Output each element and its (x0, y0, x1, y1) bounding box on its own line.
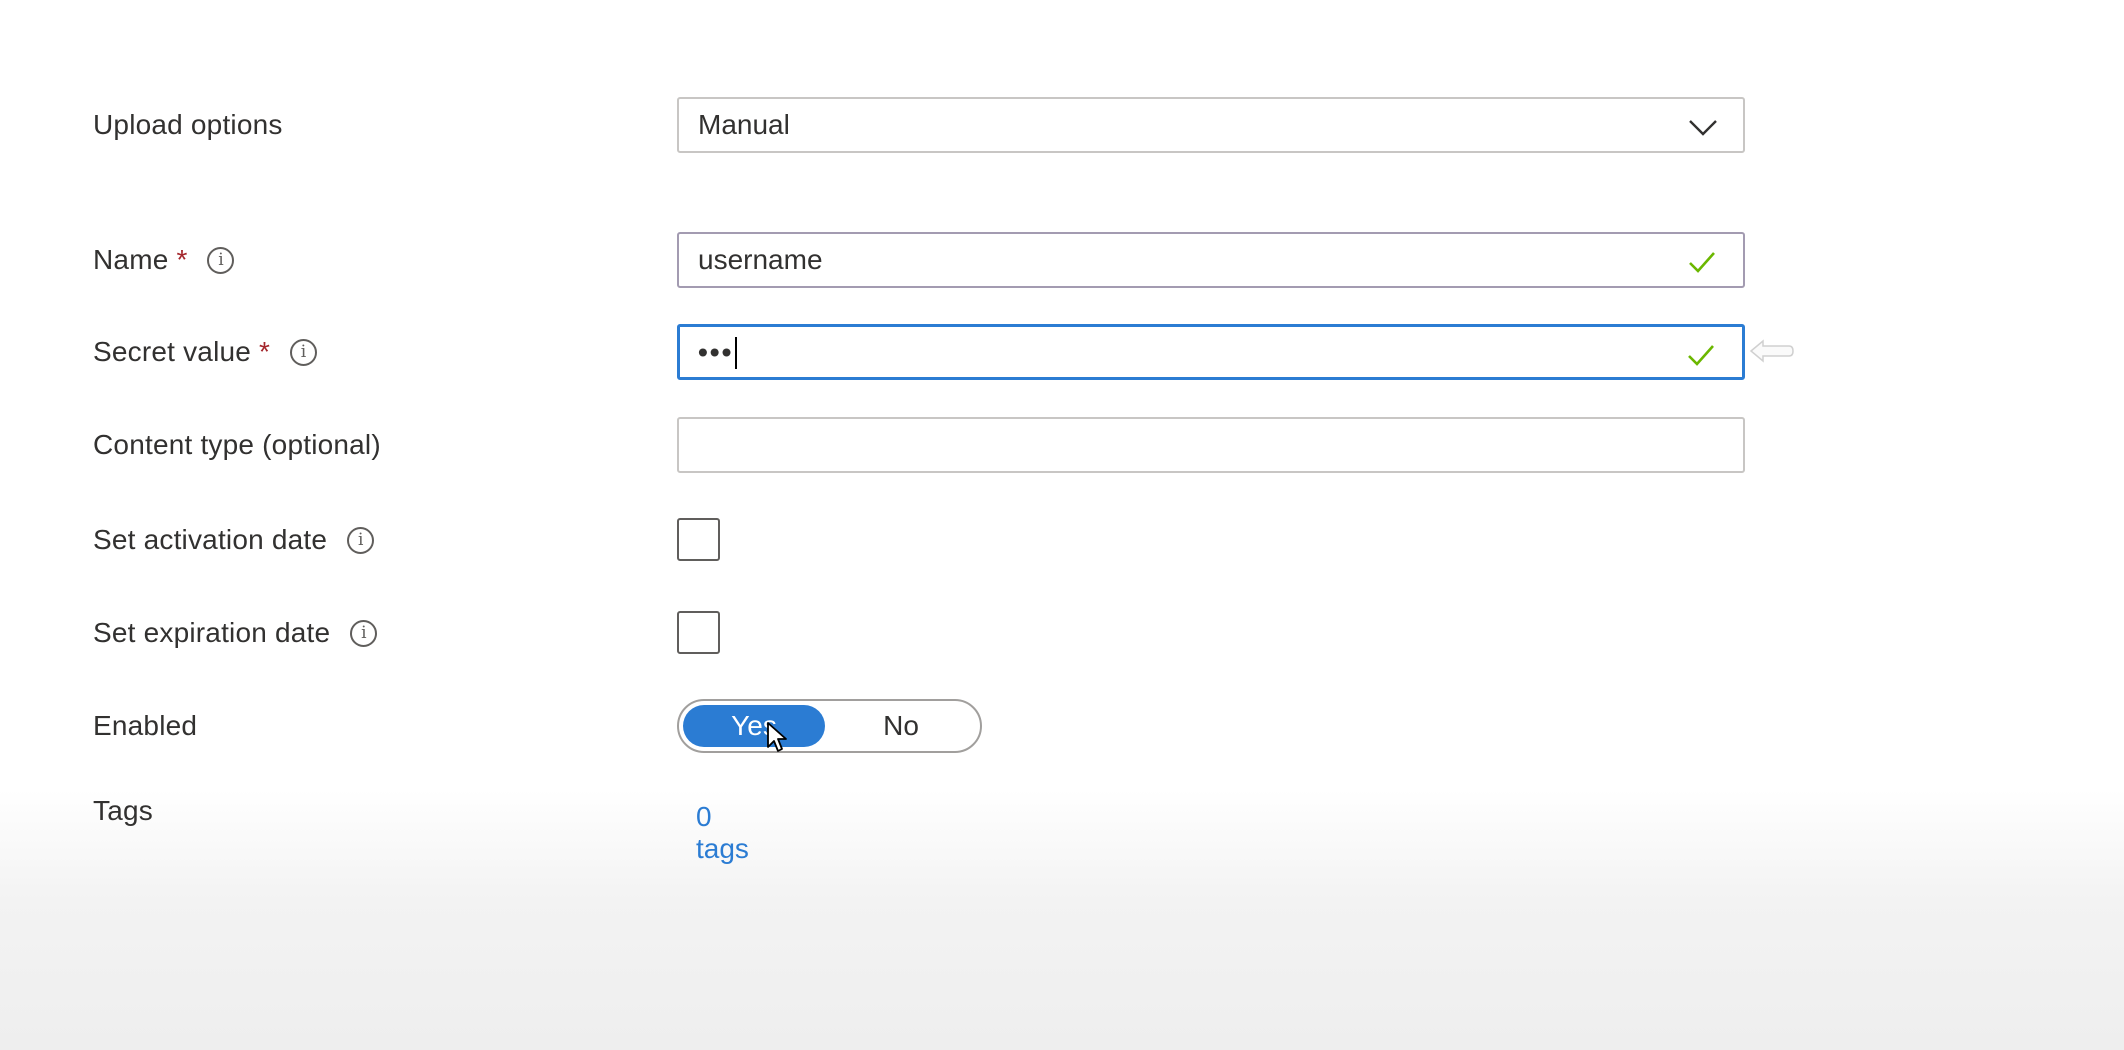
activation-date-label-wrap: Set activation date i (93, 510, 375, 570)
info-icon[interactable]: i (350, 619, 378, 647)
secret-value-text: ••• (698, 335, 1742, 369)
upload-options-dropdown[interactable]: Manual (677, 97, 1745, 153)
upload-options-label: Upload options (93, 109, 283, 140)
create-secret-form: Upload options Manual Name * i username (0, 0, 2124, 1050)
enabled-toggle[interactable]: Yes No (677, 699, 982, 753)
name-label: Name (93, 244, 169, 275)
expiration-date-label: Set expiration date (93, 617, 331, 648)
masked-secret: ••• (698, 336, 734, 368)
enabled-row: Enabled Yes No (0, 696, 2124, 756)
activation-date-row: Set activation date i (0, 510, 2124, 570)
content-type-label: Content type (optional) (93, 429, 381, 460)
checkmark-icon (1689, 252, 1715, 273)
required-asterisk: * (259, 336, 270, 367)
upload-options-value: Manual (698, 109, 790, 140)
required-asterisk: * (176, 244, 188, 275)
chevron-down-icon (1689, 120, 1717, 136)
name-input[interactable]: username (677, 232, 1745, 288)
activation-date-checkbox[interactable] (677, 518, 720, 561)
secret-value-row: Secret value * i ••• (0, 322, 2124, 382)
secret-value-label: Secret value (93, 336, 252, 367)
tags-link[interactable]: 0 tags (696, 801, 749, 865)
tags-label: Tags (93, 795, 153, 826)
secret-value-label-wrap: Secret value * i (93, 322, 317, 382)
name-input-value: username (698, 244, 823, 275)
content-type-row: Content type (optional) (0, 415, 2124, 475)
name-label-wrap: Name * i (93, 230, 235, 290)
upload-options-row: Upload options Manual (0, 95, 2124, 155)
expiration-date-row: Set expiration date i (0, 603, 2124, 663)
tags-label-wrap: Tags (93, 781, 153, 841)
mouse-pointer-icon (767, 722, 787, 752)
content-type-input[interactable] (677, 417, 1745, 473)
enabled-label: Enabled (93, 710, 198, 741)
enabled-label-wrap: Enabled (93, 696, 197, 756)
checkmark-icon (1688, 345, 1714, 366)
expiration-date-checkbox[interactable] (677, 611, 720, 654)
expiration-date-label-wrap: Set expiration date i (93, 603, 378, 663)
toggle-option-yes[interactable]: Yes (683, 705, 825, 747)
toggle-option-no[interactable]: No (830, 705, 972, 747)
info-icon[interactable]: i (207, 246, 235, 274)
content-type-label-wrap: Content type (optional) (93, 415, 381, 475)
tags-row: Tags 0 tags (0, 789, 2124, 864)
upload-options-label-wrap: Upload options (93, 95, 283, 155)
secret-value-input[interactable]: ••• (677, 324, 1745, 380)
activation-date-label: Set activation date (93, 524, 328, 555)
name-row: Name * i username (0, 230, 2124, 290)
info-icon[interactable]: i (289, 338, 317, 366)
info-icon[interactable]: i (347, 526, 375, 554)
arrow-left-icon (1749, 339, 1794, 363)
text-caret (735, 336, 738, 369)
